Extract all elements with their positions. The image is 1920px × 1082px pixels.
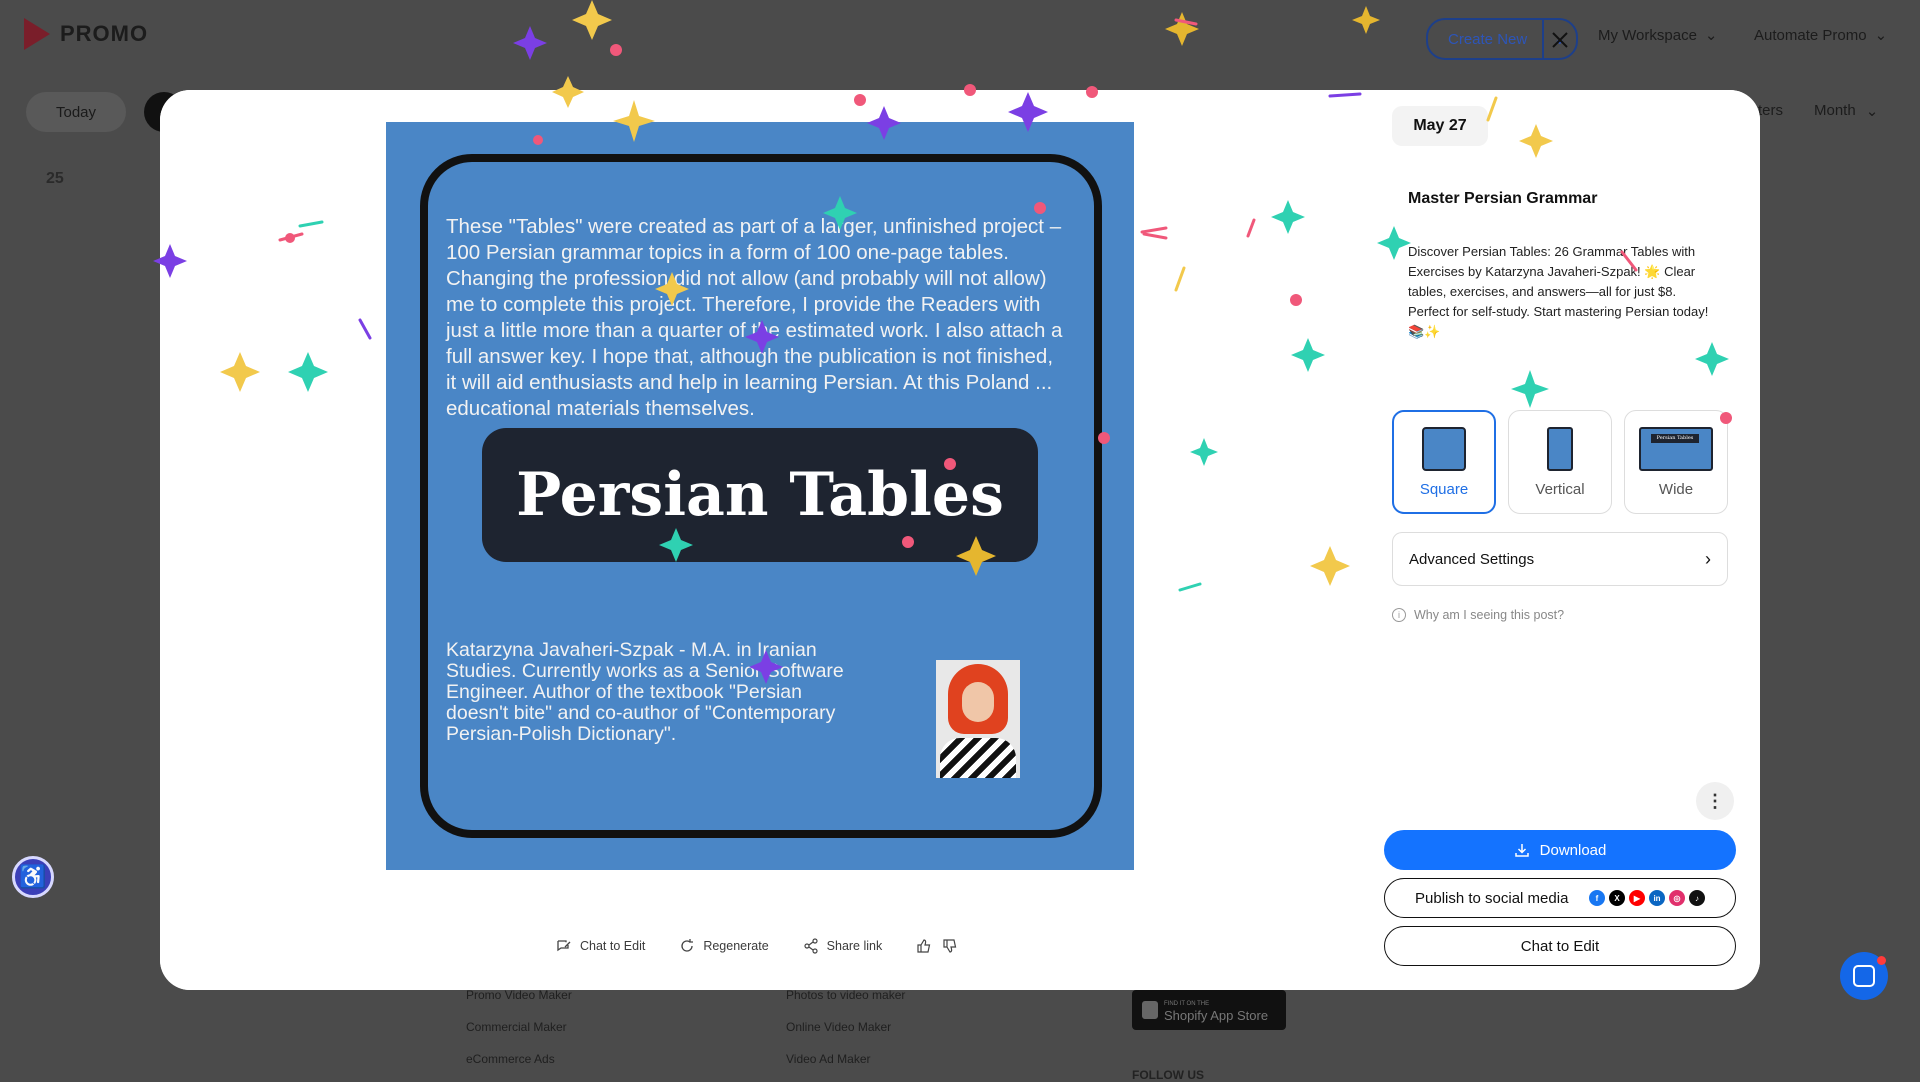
- accessibility-button[interactable]: ♿: [12, 856, 54, 898]
- download-icon: [1514, 844, 1529, 857]
- preview-pane: These "Tables" were created as part of a…: [160, 90, 1360, 990]
- footer-link[interactable]: Video Ad Maker: [786, 1052, 871, 1066]
- logo-icon: [24, 18, 50, 50]
- why-seeing-link[interactable]: i Why am I seeing this post?: [1392, 608, 1564, 622]
- image-author-bio: Katarzyna Javaheri-Szpak - M.A. in Irani…: [446, 639, 844, 745]
- automate-promo-menu[interactable]: Automate Promo ⌄: [1754, 26, 1888, 45]
- chat-to-edit-label: Chat to Edit: [580, 939, 646, 953]
- close-modal-button[interactable]: [1540, 20, 1580, 60]
- footer-link[interactable]: Promo Video Maker: [466, 988, 572, 1002]
- wide-thumbnail: Persian Tables: [1639, 426, 1713, 471]
- vertical-thumbnail: [1547, 426, 1573, 471]
- download-button[interactable]: Download: [1384, 830, 1736, 870]
- youtube-icon: ▶: [1629, 890, 1645, 906]
- regenerate-icon: [681, 939, 694, 952]
- logo-text: PROMO: [60, 21, 149, 46]
- regenerate-label: Regenerate: [703, 939, 769, 953]
- shopify-bag-icon: [1142, 1001, 1158, 1019]
- regenerate-action[interactable]: Regenerate: [679, 938, 769, 954]
- month-label: Month: [1814, 102, 1856, 119]
- download-label: Download: [1539, 841, 1607, 859]
- my-workspace-label: My Workspace: [1598, 26, 1697, 44]
- author-photo: [936, 660, 1020, 778]
- image-body-text: These "Tables" were created as part of a…: [446, 215, 1063, 420]
- vertical-dots-icon: ⋮: [1706, 790, 1724, 811]
- filters-button[interactable]: ters: [1758, 102, 1783, 119]
- advanced-settings-label: Advanced Settings: [1409, 550, 1535, 568]
- accessibility-icon: ♿: [19, 864, 47, 889]
- photo-shirt: [940, 738, 1016, 778]
- x-icon: X: [1609, 890, 1625, 906]
- post-description: Discover Persian Tables: 26 Grammar Tabl…: [1408, 244, 1709, 339]
- chevron-down-icon: ⌄: [1704, 27, 1718, 44]
- chat-edit-icon: [557, 940, 571, 952]
- support-chat-button[interactable]: [1840, 952, 1888, 1000]
- notification-dot: [1877, 956, 1886, 965]
- create-new-label: Create New: [1448, 30, 1528, 48]
- photo-face: [962, 682, 994, 722]
- publish-label: Publish to social media: [1415, 889, 1569, 907]
- format-label: Wide: [1658, 480, 1694, 498]
- chevron-down-icon: ⌄: [1865, 103, 1879, 120]
- thumbs-down-icon[interactable]: [942, 938, 958, 954]
- wide-thumbnail-title: Persian Tables: [1651, 433, 1699, 443]
- share-icon: [804, 938, 818, 954]
- format-selector: Square Vertical Persian Tables Wide: [1392, 410, 1728, 514]
- why-seeing-label: Why am I seeing this post?: [1414, 608, 1565, 622]
- more-options-button[interactable]: ⋮: [1696, 782, 1734, 820]
- publish-social-button[interactable]: Publish to social media f X ▶ in ◎ ♪: [1384, 878, 1736, 918]
- feedback-buttons: [916, 938, 958, 954]
- share-link-label: Share link: [826, 939, 883, 953]
- chat-to-edit-button[interactable]: Chat to Edit: [1384, 926, 1736, 966]
- chat-to-edit-action[interactable]: Chat to Edit: [556, 938, 645, 954]
- chat-icon: [1853, 965, 1875, 987]
- tiktok-icon: ♪: [1689, 890, 1705, 906]
- promo-logo[interactable]: PROMO: [24, 18, 148, 50]
- top-bar: PROMO Create New ⌄ My Workspace ⌄ Automa…: [0, 0, 1920, 76]
- chevron-down-icon: ⌄: [1874, 27, 1888, 44]
- post-date-badge: May 27: [1392, 106, 1488, 146]
- post-title: Master Persian Grammar: [1408, 190, 1598, 207]
- post-image: These "Tables" were created as part of a…: [386, 122, 1134, 870]
- footer-link[interactable]: Photos to video maker: [786, 988, 905, 1002]
- chevron-right-icon: ›: [1705, 548, 1711, 569]
- footer-link[interactable]: Online Video Maker: [786, 1020, 891, 1034]
- today-button[interactable]: Today: [26, 92, 126, 132]
- footer-link[interactable]: eCommerce Ads: [466, 1052, 555, 1066]
- image-title-box: Persian Tables: [482, 428, 1038, 562]
- post-details-panel: May 27 Master Persian Grammar Discover P…: [1360, 90, 1760, 990]
- automate-label: Automate Promo: [1754, 26, 1867, 44]
- format-wide[interactable]: Persian Tables Wide: [1624, 410, 1728, 514]
- my-workspace-menu[interactable]: My Workspace ⌄: [1598, 26, 1718, 45]
- format-square[interactable]: Square: [1392, 410, 1496, 514]
- month-select[interactable]: Month ⌄: [1814, 102, 1878, 120]
- thumbs-up-icon[interactable]: [916, 938, 932, 954]
- footer-link[interactable]: Commercial Maker: [466, 1020, 567, 1034]
- calendar-day-number: 25: [46, 170, 64, 187]
- close-icon: [1552, 32, 1568, 48]
- square-thumbnail: [1422, 426, 1466, 471]
- image-title: Persian Tables: [516, 460, 1004, 530]
- format-vertical[interactable]: Vertical: [1508, 410, 1612, 514]
- share-link-action[interactable]: Share link: [803, 938, 883, 954]
- shopify-store-badge[interactable]: FIND IT ON THE Shopify App Store: [1132, 990, 1286, 1030]
- instagram-icon: ◎: [1669, 890, 1685, 906]
- post-preview-modal: These "Tables" were created as part of a…: [160, 90, 1760, 990]
- social-icons: f X ▶ in ◎ ♪: [1589, 890, 1705, 906]
- info-icon: i: [1392, 608, 1406, 622]
- facebook-icon: f: [1589, 890, 1605, 906]
- store-badge-text: Shopify App Store: [1164, 1008, 1269, 1023]
- linkedin-icon: in: [1649, 890, 1665, 906]
- format-label: Vertical: [1535, 480, 1585, 498]
- advanced-settings-button[interactable]: Advanced Settings ›: [1392, 532, 1728, 586]
- preview-actions: Chat to Edit Regenerate Share link: [556, 938, 958, 954]
- format-label: Square: [1419, 480, 1469, 498]
